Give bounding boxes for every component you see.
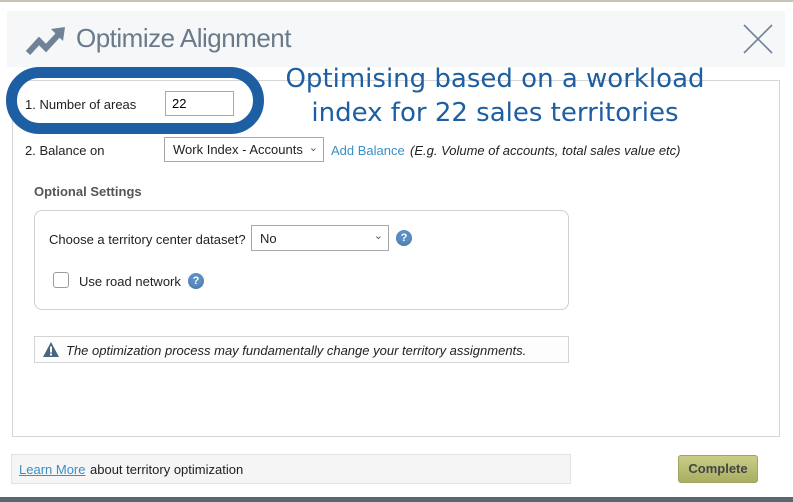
warning-text: The optimization process may fundamental… (66, 343, 527, 358)
warning-icon (43, 342, 59, 357)
annotation-line-2: index for 22 sales territories (311, 98, 679, 128)
warning-box: The optimization process may fundamental… (34, 336, 569, 363)
dialog-title: Optimize Alignment (76, 23, 291, 53)
complete-button[interactable]: Complete (678, 455, 758, 483)
background-strip-top (0, 0, 793, 8)
background-strip-bottom (0, 497, 793, 502)
learn-more-text: about territory optimization (90, 462, 244, 477)
balance-on-label: 2. Balance on (25, 143, 105, 158)
road-network-label: Use road network (79, 274, 181, 289)
balance-on-select[interactable]: Work Index - Accounts ⌄ (164, 137, 324, 162)
optional-settings-title: Optional Settings (34, 184, 142, 199)
road-network-checkbox[interactable] (53, 272, 69, 288)
help-icon-road-network[interactable]: ? (188, 273, 204, 289)
balance-on-selected: Work Index - Accounts (173, 142, 303, 157)
center-dataset-label: Choose a territory center dataset? (49, 232, 246, 247)
help-icon-center-dataset[interactable]: ? (396, 230, 412, 246)
trending-up-icon (25, 27, 65, 56)
center-dataset-selected: No (260, 231, 277, 246)
number-of-areas-label: 1. Number of areas (25, 97, 137, 112)
center-dataset-select[interactable]: No ⌄ (251, 225, 389, 251)
close-icon[interactable] (742, 23, 774, 55)
learn-more-bar: Learn More about territory optimization (11, 454, 571, 484)
learn-more-link[interactable]: Learn More (19, 462, 85, 477)
annotation-line-1: Optimising based on a workload (285, 64, 705, 94)
chevron-down-icon: ⌄ (373, 230, 383, 242)
balance-hint: (E.g. Volume of accounts, total sales va… (410, 143, 681, 158)
number-of-areas-input[interactable] (165, 91, 234, 116)
dialog-header: Optimize Alignment (7, 11, 785, 67)
annotation-callout: Optimising based on a workload index for… (270, 62, 720, 130)
add-balance-link[interactable]: Add Balance (331, 143, 405, 158)
chevron-down-icon: ⌄ (308, 142, 318, 154)
